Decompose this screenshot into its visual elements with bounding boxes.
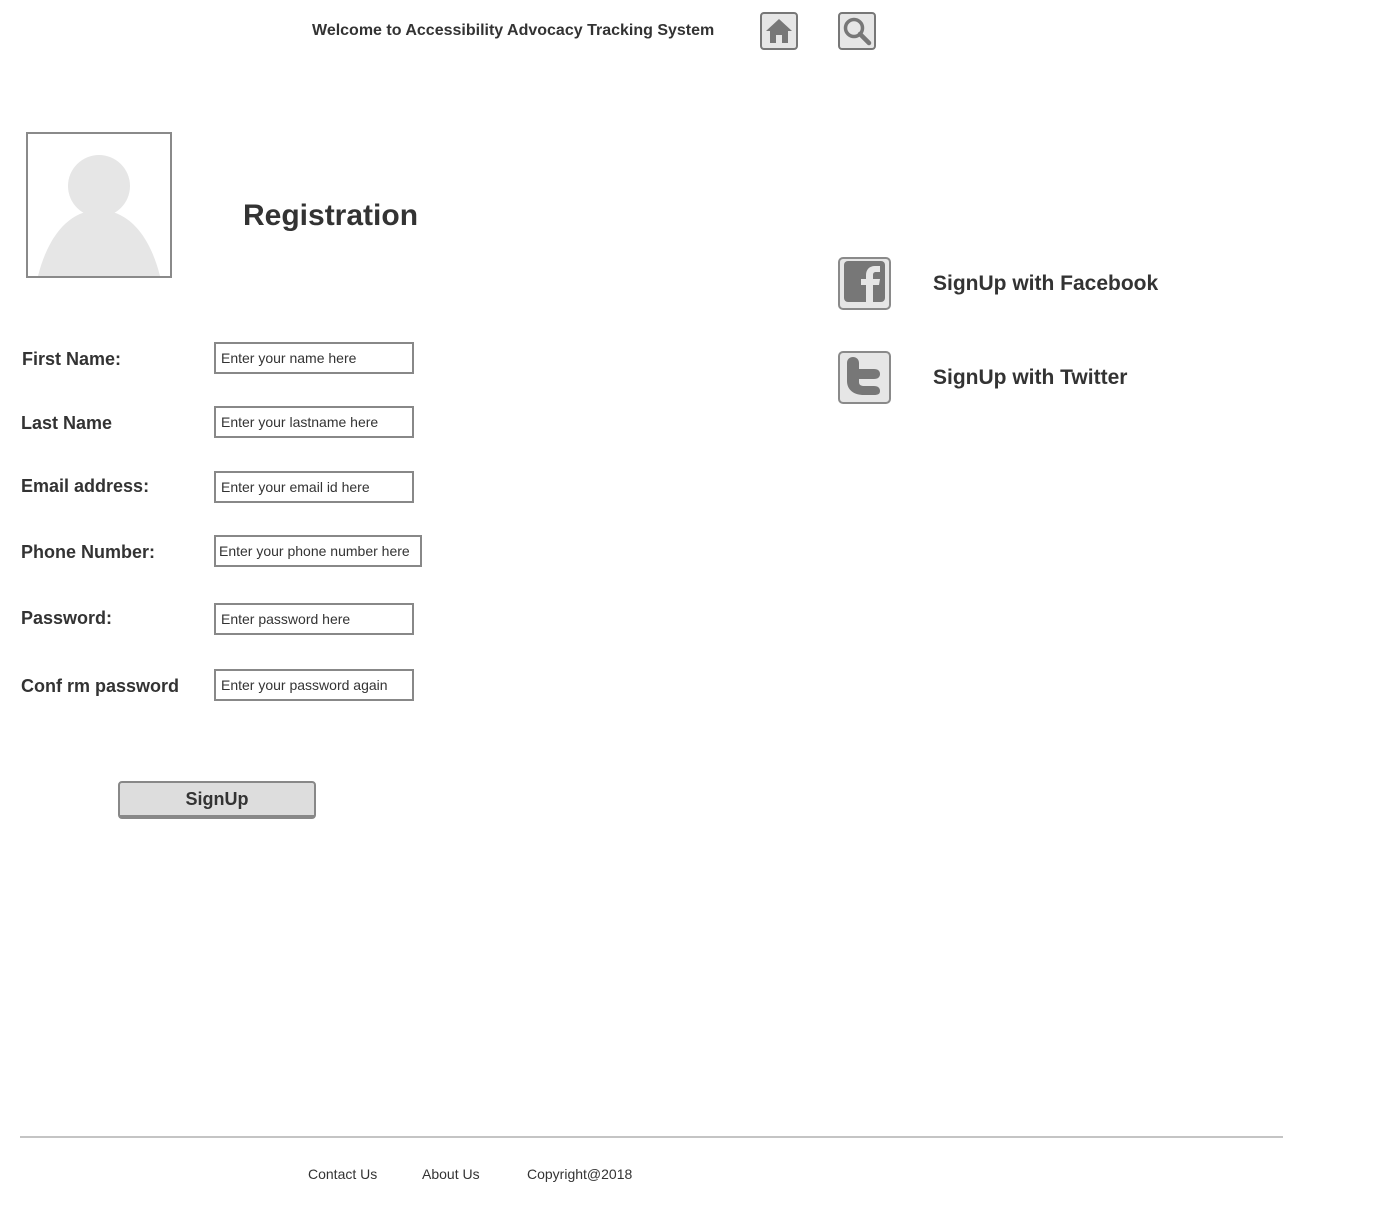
email-input[interactable] xyxy=(214,471,414,503)
user-avatar-icon xyxy=(28,155,170,276)
password-label: Password: xyxy=(21,608,113,628)
confirm-password-label: Conf rm password xyxy=(21,676,180,696)
search-icon xyxy=(842,16,872,46)
twitter-icon xyxy=(844,355,885,401)
facebook-icon xyxy=(844,260,885,307)
email-label: Email address: xyxy=(21,476,150,496)
page-title: Registration xyxy=(243,199,419,232)
home-icon xyxy=(764,16,794,46)
phone-input[interactable] xyxy=(214,535,422,567)
first-name-label: First Name: xyxy=(22,349,122,369)
first-name-input[interactable] xyxy=(214,342,414,374)
facebook-signup-link[interactable]: SignUp with Facebook xyxy=(933,272,1158,296)
footer-about-link[interactable]: About Us xyxy=(422,1166,480,1182)
twitter-signup-link[interactable]: SignUp with Twitter xyxy=(933,366,1127,390)
phone-label: Phone Number: xyxy=(21,542,156,562)
footer-contact-link[interactable]: Contact Us xyxy=(308,1166,377,1182)
home-button[interactable] xyxy=(760,12,798,50)
facebook-button[interactable] xyxy=(838,257,891,310)
twitter-button[interactable] xyxy=(838,351,891,404)
footer-copyright: Copyright@2018 xyxy=(527,1166,633,1182)
footer-divider xyxy=(20,1136,1283,1138)
search-button[interactable] xyxy=(838,12,876,50)
last-name-label: Last Name xyxy=(21,413,113,433)
confirm-password-input[interactable] xyxy=(214,669,414,701)
last-name-input[interactable] xyxy=(214,406,414,438)
welcome-title: Welcome to Accessibility Advocacy Tracki… xyxy=(312,22,715,39)
avatar xyxy=(26,132,172,278)
signup-button[interactable]: SignUp xyxy=(118,781,316,819)
password-input[interactable] xyxy=(214,603,414,635)
